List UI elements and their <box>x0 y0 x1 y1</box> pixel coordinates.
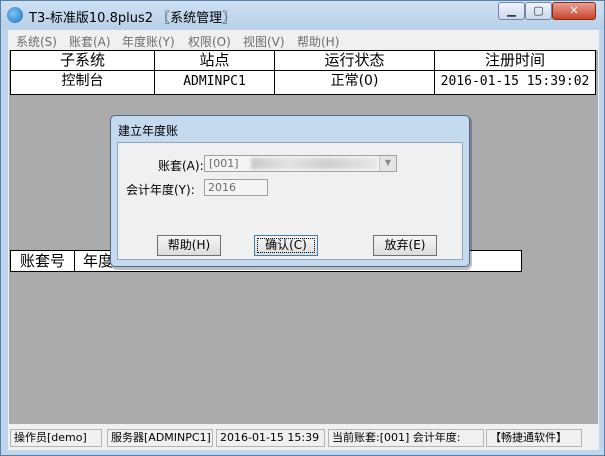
menu-system[interactable]: 系统(S) <box>16 33 57 50</box>
cell-site[interactable]: ADMINPC1 <box>154 70 275 95</box>
menu-bar: 系统(S) 账套(A) 年度账(Y) 权限(O) 视图(V) 帮助(H) <box>8 30 599 50</box>
col-header-register-time[interactable]: 注册时间 <box>434 50 596 71</box>
col-header-status[interactable]: 运行状态 <box>274 50 435 71</box>
status-operator: 操作员[demo] <box>10 429 102 447</box>
status-server: 服务器[ADMINPC1] <box>107 429 213 447</box>
cell-subsystem[interactable]: 控制台 <box>10 70 155 95</box>
confirm-button[interactable]: 确认(C) <box>254 235 318 256</box>
cell-register-time[interactable]: 2016-01-15 15:39:02 <box>434 70 596 95</box>
account-label: 账套(A): <box>158 159 204 173</box>
year-input[interactable]: 2016 <box>204 179 268 196</box>
window-title: T3-标准版10.8plus2 〖系统管理〗 <box>29 11 236 26</box>
menu-view[interactable]: 视图(V) <box>243 33 285 50</box>
menu-permission[interactable]: 权限(O) <box>188 33 231 50</box>
status-brand: 【畅捷通软件】 <box>486 429 582 447</box>
dialog-title: 建立年度账 <box>118 124 179 138</box>
app-window: T3-标准版10.8plus2 〖系统管理〗 ▁ ▢ ✕ 系统(S) 账套(A)… <box>0 0 605 456</box>
col-header-site[interactable]: 站点 <box>154 50 275 71</box>
year-label: 会计年度(Y): <box>126 183 195 197</box>
status-datetime: 2016-01-15 15:39 <box>216 429 325 447</box>
menu-help[interactable]: 帮助(H) <box>297 33 339 50</box>
cancel-button[interactable]: 放弃(E) <box>373 235 437 256</box>
col-header-subsystem[interactable]: 子系统 <box>10 50 155 71</box>
redacted-area <box>251 158 377 169</box>
subsystem-table: 子系统 站点 运行状态 注册时间 控制台 ADMINPC1 正常(0) 2016… <box>10 50 596 95</box>
menu-account[interactable]: 账套(A) <box>69 33 111 50</box>
chevron-down-icon[interactable]: ▼ <box>379 156 396 171</box>
dialog-body: 账套(A): [001] ▼ 会计年度(Y): 2016 帮助(H) 确认(C)… <box>117 142 463 260</box>
app-logo-icon <box>7 7 23 23</box>
year-input-value: 2016 <box>208 181 236 194</box>
status-bar: 操作员[demo] 服务器[ADMINPC1] 2016-01-15 15:39… <box>8 426 599 450</box>
create-yearly-account-dialog: 建立年度账 账套(A): [001] ▼ 会计年度(Y): 2016 帮助(H)… <box>110 115 470 267</box>
col-header-account-no[interactable]: 账套号 <box>10 250 75 272</box>
account-select[interactable]: [001] ▼ <box>204 155 397 172</box>
maximize-button[interactable]: ▢ <box>525 2 552 20</box>
cell-status[interactable]: 正常(0) <box>274 70 435 95</box>
help-button[interactable]: 帮助(H) <box>157 235 221 256</box>
status-current-account: 当前账套:[001] 会计年度: <box>328 429 484 447</box>
menu-yearly-account[interactable]: 年度账(Y) <box>122 33 175 50</box>
minimize-button[interactable]: ▁ <box>498 2 525 20</box>
close-button[interactable]: ✕ <box>552 2 596 20</box>
account-select-value: [001] <box>209 157 239 170</box>
title-bar[interactable]: T3-标准版10.8plus2 〖系统管理〗 ▁ ▢ ✕ <box>1 1 604 29</box>
